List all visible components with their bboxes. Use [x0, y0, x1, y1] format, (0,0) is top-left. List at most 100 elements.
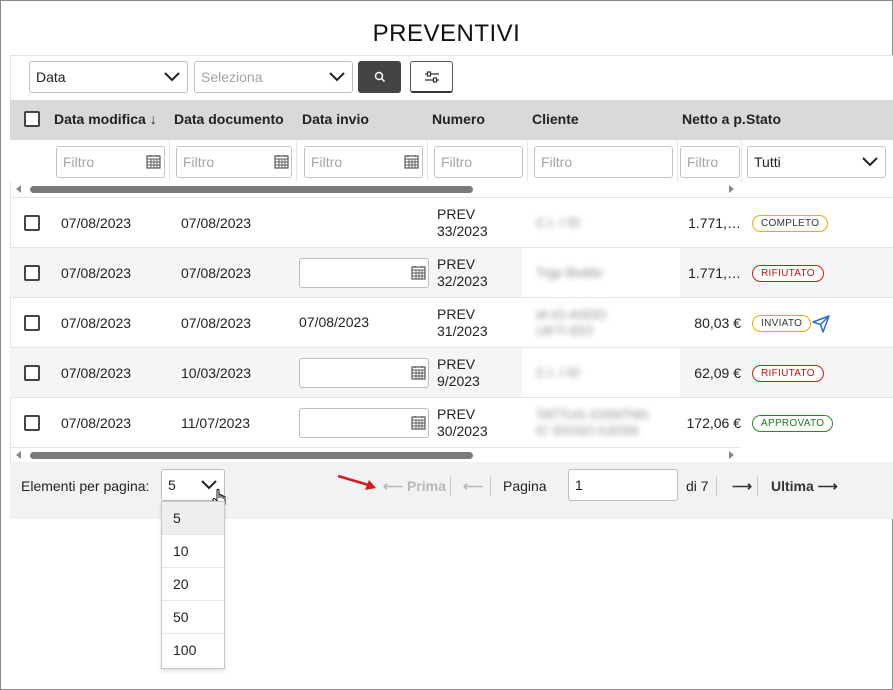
status-badge: RIFIUTATO — [752, 365, 824, 382]
row-checkbox[interactable] — [24, 265, 40, 281]
calendar-icon[interactable] — [411, 415, 426, 430]
header-data-documento[interactable]: Data documento — [174, 111, 284, 127]
send-icon[interactable] — [811, 314, 831, 334]
cell-netto: 172,06 € — [686, 415, 742, 431]
row-checkbox[interactable] — [24, 315, 40, 331]
last-page-button[interactable]: Ultima ⟶ — [771, 478, 838, 495]
cell-data-modifica: 07/08/2023 — [61, 315, 132, 331]
scroll-right-icon[interactable] — [729, 185, 734, 193]
cell-data-modifica: 07/08/2023 — [61, 365, 132, 381]
status-filter-value: Tutti — [754, 154, 781, 170]
cell-netto: 62,09 € — [694, 365, 741, 381]
header-numero[interactable]: Numero — [432, 111, 485, 127]
next-page-arrow-icon[interactable]: ⟶ — [732, 478, 752, 495]
page-label: Pagina — [503, 478, 547, 494]
cell-numero: PREV 31/2023 — [437, 306, 488, 339]
filter-cliente-input[interactable]: Filtro — [534, 146, 673, 178]
cell-data-documento: 07/08/2023 — [181, 215, 252, 231]
cell-cliente-blurred: Trgp Bsddo — [522, 248, 680, 298]
cell-data-invio: 07/08/2023 — [299, 314, 370, 330]
status-badge: INVIATO — [752, 315, 812, 332]
chevron-down-icon — [329, 72, 345, 82]
cell-netto: 1.771,… — [688, 265, 741, 281]
per-page-option[interactable]: 100 — [162, 634, 224, 667]
scroll-left-icon[interactable] — [16, 185, 21, 193]
sort-desc-icon: ↓ — [149, 111, 157, 127]
cell-data-documento: 07/08/2023 — [181, 265, 252, 281]
filter-settings-button[interactable] — [410, 61, 453, 93]
field-select[interactable]: Data — [29, 61, 188, 93]
cell-data-documento: 10/03/2023 — [181, 365, 252, 381]
cell-numero: PREV 9/2023 — [437, 356, 480, 389]
per-page-value: 5 — [168, 477, 176, 493]
select-all-checkbox[interactable] — [24, 111, 40, 127]
value-select-placeholder: Seleziona — [201, 69, 263, 85]
calendar-icon[interactable] — [274, 154, 289, 169]
divider — [450, 476, 451, 496]
value-select[interactable]: Seleziona — [194, 61, 353, 93]
cell-cliente-blurred: C.I. I ID — [522, 198, 680, 248]
filter-netto-input[interactable]: Filtro — [680, 146, 740, 178]
page-number-input[interactable]: 1 — [568, 469, 678, 501]
horizontal-scrollbar[interactable] — [10, 182, 740, 196]
cell-data-modifica: 07/08/2023 — [61, 215, 132, 231]
cell-netto: 80,03 € — [694, 315, 741, 331]
scroll-left-icon[interactable] — [16, 451, 21, 459]
scrollbar-thumb[interactable] — [30, 452, 473, 459]
horizontal-scrollbar[interactable] — [10, 447, 740, 461]
calendar-icon[interactable] — [146, 154, 161, 169]
cell-data-modifica: 07/08/2023 — [61, 265, 132, 281]
divider — [757, 476, 758, 496]
header-stato[interactable]: Stato — [746, 111, 781, 127]
header-data-modifica[interactable]: Data modifica ↓ — [54, 111, 157, 127]
row-checkbox[interactable] — [24, 365, 40, 381]
row-checkbox[interactable] — [24, 415, 40, 431]
scrollbar-thumb[interactable] — [30, 186, 473, 193]
per-page-option[interactable]: 20 — [162, 568, 224, 601]
cell-data-documento: 11/07/2023 — [181, 415, 251, 431]
status-badge: RIFIUTATO — [752, 265, 824, 282]
search-button[interactable] — [358, 61, 401, 93]
header-data-invio[interactable]: Data invio — [302, 111, 369, 127]
search-icon — [374, 71, 385, 83]
cell-numero: PREV 32/2023 — [437, 256, 488, 289]
prev-page-arrow-icon[interactable]: ⟵ — [463, 478, 483, 495]
per-page-option[interactable]: 10 — [162, 535, 224, 568]
status-badge: COMPLETO — [752, 215, 829, 232]
cell-numero: PREV 30/2023 — [437, 406, 488, 439]
status-filter-select[interactable]: Tutti — [747, 146, 886, 178]
calendar-icon[interactable] — [411, 265, 426, 280]
cell-cliente-blurred: tA IO-ASDO UKTI-IDO — [522, 298, 680, 348]
per-page-option[interactable]: 5 — [162, 502, 224, 535]
field-select-value: Data — [36, 69, 66, 85]
per-page-label: Elementi per pagina: — [21, 478, 150, 494]
calendar-icon[interactable] — [411, 365, 426, 380]
per-page-option[interactable]: 50 — [162, 601, 224, 634]
sliders-icon — [424, 70, 439, 83]
chevron-down-icon — [164, 72, 180, 82]
cell-data-modifica: 07/08/2023 — [61, 415, 132, 431]
data-invio-input[interactable] — [299, 258, 429, 288]
chevron-down-icon — [862, 157, 878, 167]
cell-cliente-blurred: C.I. I ID — [522, 348, 680, 398]
scroll-right-icon[interactable] — [729, 451, 734, 459]
first-page-button[interactable]: ⟵ Prima — [383, 478, 446, 495]
page-title: PREVENTIVI — [372, 20, 521, 47]
cell-cliente-blurred: TATTUG IOSNTNN IC IDOSO IUDSN — [522, 398, 680, 448]
calendar-icon[interactable] — [404, 154, 419, 169]
header-cliente[interactable]: Cliente — [532, 111, 579, 127]
status-badge: APPROVATO — [752, 415, 834, 432]
cell-numero: PREV 33/2023 — [437, 206, 488, 239]
cell-data-documento: 07/08/2023 — [181, 315, 252, 331]
divider — [716, 476, 717, 496]
per-page-dropdown: 5 10 20 50 100 — [161, 501, 225, 669]
annotation-arrow-icon — [337, 474, 376, 490]
total-pages: di 7 — [686, 478, 709, 494]
cell-netto: 1.771,… — [688, 215, 741, 231]
header-netto[interactable]: Netto a p. — [682, 111, 746, 127]
row-checkbox[interactable] — [24, 215, 40, 231]
filter-numero-input[interactable]: Filtro — [434, 146, 523, 178]
data-invio-input[interactable] — [299, 408, 429, 438]
data-invio-input[interactable] — [299, 358, 429, 388]
divider — [490, 476, 491, 496]
